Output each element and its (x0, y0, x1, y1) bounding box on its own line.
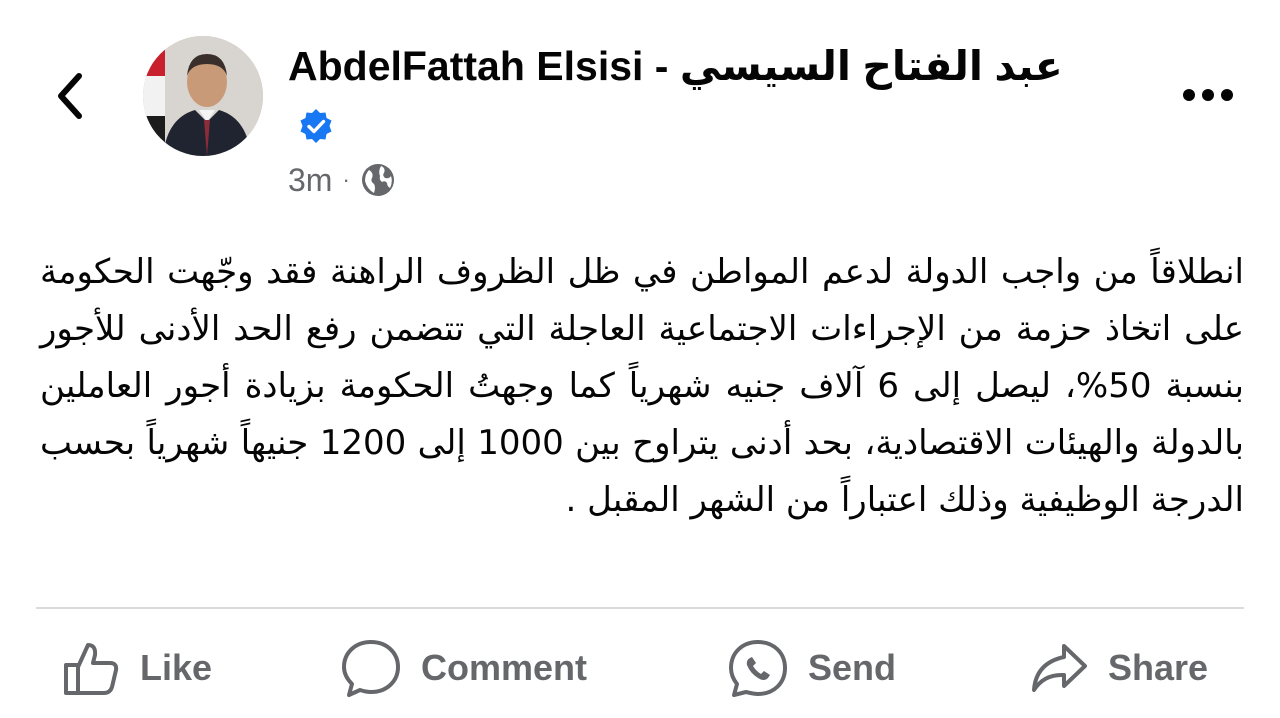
chevron-left-icon (58, 73, 82, 119)
share-button[interactable]: Share (1030, 636, 1208, 700)
verified-badge-icon (300, 109, 332, 143)
globe-icon[interactable] (360, 162, 396, 198)
like-button[interactable]: Like (62, 636, 212, 700)
author-name[interactable]: AbdelFattah Elsisi - عبد الفتاح السيسي (288, 40, 1063, 92)
post-meta: 3m · (288, 160, 396, 200)
more-dots-icon (1183, 89, 1233, 101)
post-screen: AbdelFattah Elsisi - عبد الفتاح السيسي 3… (0, 0, 1280, 718)
share-label: Share (1108, 647, 1209, 688)
comment-bubble-icon (342, 640, 400, 697)
post-timestamp[interactable]: 3m (288, 162, 332, 199)
thumbs-up-icon (64, 643, 119, 695)
post-body-text: انطلاقاً من واجب الدولة لدعم المواطن في … (40, 252, 1244, 520)
more-options-button[interactable] (1178, 80, 1238, 110)
author-avatar[interactable] (143, 36, 263, 156)
actions-divider (36, 607, 1244, 609)
send-button[interactable]: Send (728, 636, 896, 700)
comment-button[interactable]: Comment (341, 636, 587, 700)
avatar-photo (143, 36, 263, 156)
share-arrow-icon (1032, 644, 1087, 692)
send-label: Send (808, 647, 897, 688)
meta-separator: · (342, 167, 350, 192)
comment-label: Comment (421, 647, 588, 688)
back-button[interactable] (48, 66, 92, 126)
messenger-icon (729, 640, 787, 697)
like-label: Like (140, 647, 213, 688)
